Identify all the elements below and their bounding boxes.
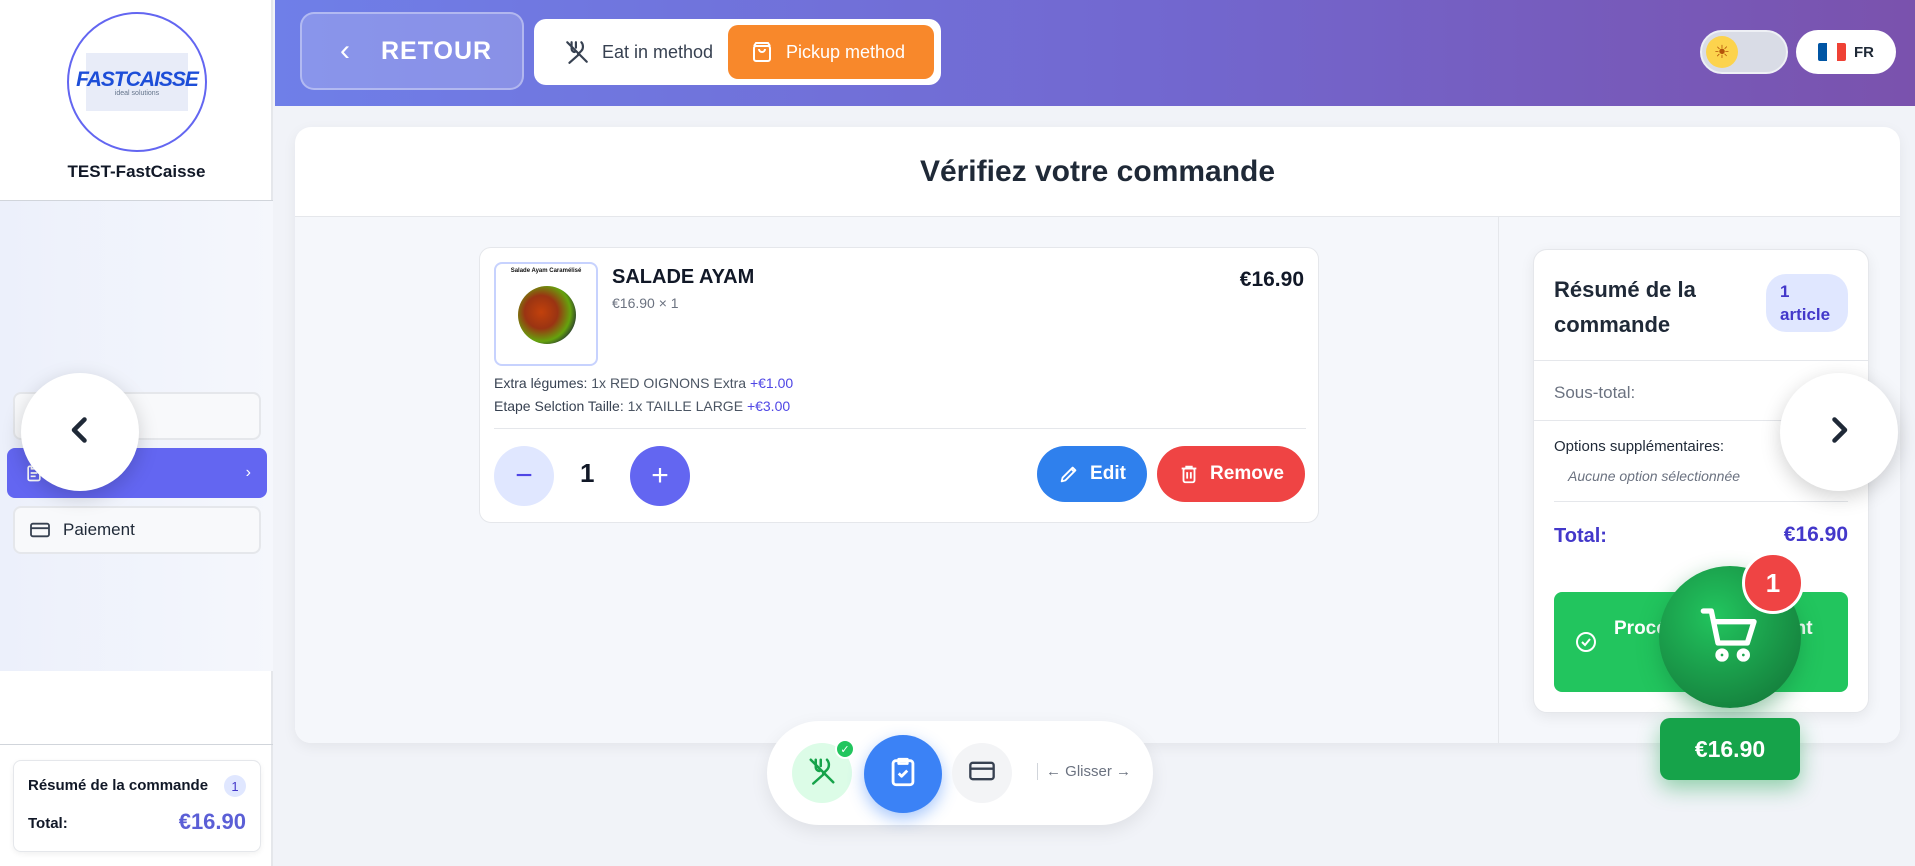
top-header: ‹ RETOUR Eat in method Pickup method ☀ F… [275,0,1915,106]
pencil-icon [1058,463,1080,485]
item-image-caption: Salade Ayam Caramélisé [510,268,582,274]
sidebar-summary-total-label: Total: [28,815,68,832]
step-payment[interactable] [952,743,1012,803]
item-option-line: Extra légumes: 1x RED OIGNONS Extra +€1.… [494,375,794,391]
plus-icon: + [651,459,669,492]
check-circle-icon [1574,630,1598,654]
logo-text: FASTCAISSE [76,67,199,91]
shopping-cart-icon [1698,603,1762,672]
chevron-left-icon: ‹ [340,34,351,67]
trash-icon [1178,463,1200,485]
credit-card-icon [968,759,996,788]
cart-total-price[interactable]: €16.90 [1660,718,1800,780]
sidebar-summary-total-value: €16.90 [178,809,246,834]
item-image: Salade Ayam Caramélisé [494,262,598,366]
sun-icon: ☀ [1706,36,1738,68]
sidebar-order-summary: Résumé de la commande 1 Total: €16.90 [13,760,261,852]
utensils-icon [807,756,837,791]
check-icon: ✓ [835,739,855,759]
remove-item-button[interactable]: Remove [1157,446,1305,502]
item-option-line: Etape Selction Taille: 1x TAILLE LARGE +… [494,398,791,414]
step-verification[interactable] [864,735,942,813]
logo-subtext: ideal solutions [114,89,160,97]
decrease-quantity-button[interactable]: − [494,446,554,506]
store-logo: FASTCAISSE ideal solutions [67,12,207,152]
next-step-button[interactable] [1780,373,1898,491]
minus-icon: − [515,459,533,492]
sidebar-item-label: Paiement [63,520,135,539]
item-name: SALADE AYAM [612,266,755,288]
item-quantity: 1 [580,458,595,488]
extra-options-label: Options supplémentaires: [1554,438,1725,455]
order-method-toggle: Eat in method Pickup method [534,19,941,85]
france-flag-icon [1818,43,1846,61]
subtotal-label: Sous-total: [1554,383,1636,402]
chevron-left-icon [62,412,98,453]
increase-quantity-button[interactable]: + [630,446,690,506]
chevron-right-icon: › [245,464,251,481]
summary-title: Résumé de la commande [1554,277,1696,337]
previous-step-button[interactable] [21,373,139,491]
cart-item-card: Salade Ayam Caramélisé SALADE AYAM €16.9… [479,247,1319,523]
back-button-label: RETOUR [381,36,493,65]
step-indicator: ✓ ← Glisser → [767,721,1153,825]
item-unit-price: €16.90 × 1 [612,295,679,311]
summary-total-value: €16.90 [1783,523,1848,546]
shopping-bag-icon [750,40,774,64]
cart-count-badge: 1 [1742,552,1804,614]
sidebar-item-payment[interactable]: Paiement [13,506,261,554]
credit-card-icon [29,519,51,541]
store-name: TEST-FastCaisse [67,162,206,181]
pickup-method-label: Pickup method [786,41,906,62]
utensils-icon [564,39,590,65]
edit-item-button[interactable]: Edit [1037,446,1147,502]
pickup-method-button[interactable]: Pickup method [728,25,934,79]
eat-in-method-label: Eat in method [602,41,714,62]
language-code: FR [1854,43,1874,61]
extra-options-value: Aucune option sélectionnée [1568,468,1741,484]
chevron-right-icon [1821,412,1857,453]
eat-in-method-button[interactable]: Eat in method [540,25,728,79]
summary-item-count-badge: 1 article [1766,274,1848,332]
sidebar-summary-count-badge: 1 [224,775,246,797]
page-title: Vérifiez votre commande [295,127,1900,217]
swipe-hint: ← Glisser → [1037,763,1131,780]
theme-toggle[interactable]: ☀ [1700,30,1788,74]
summary-total-label: Total: [1554,525,1607,547]
language-selector[interactable]: FR [1796,30,1896,74]
clipboard-check-icon [886,755,920,794]
back-button[interactable]: ‹ RETOUR [300,12,524,90]
sidebar-summary-title: Résumé de la commande [28,777,209,794]
item-total-price: €16.90 [1239,268,1304,291]
